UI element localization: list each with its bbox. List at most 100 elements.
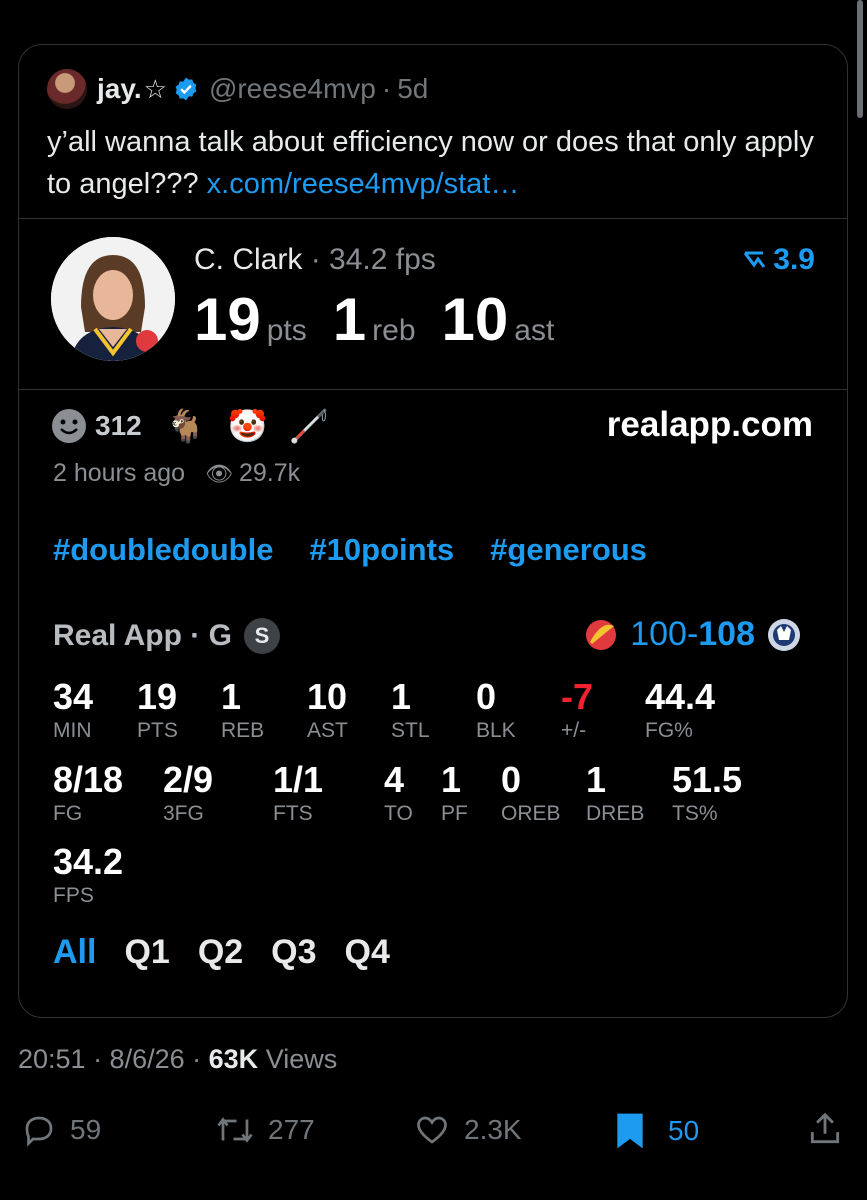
game-source: Real App · G S xyxy=(53,618,280,654)
scrollbar[interactable] xyxy=(857,0,863,118)
player-name[interactable]: C. Clark xyxy=(194,243,302,276)
view-count: 29.7k xyxy=(238,459,301,487)
bookmark-count: 50 xyxy=(668,1115,700,1146)
stat-label: BLK xyxy=(476,719,516,742)
stat-label: DREB xyxy=(586,802,645,825)
tab-all[interactable]: All xyxy=(53,933,96,972)
post-age: 5d xyxy=(397,73,429,104)
hashtag[interactable]: #generous xyxy=(490,532,647,568)
score-dash: - xyxy=(686,615,699,653)
assists-value: 10 xyxy=(441,286,509,353)
stat-label: FPS xyxy=(53,884,94,907)
author-handle[interactable]: @reese4mvp xyxy=(209,73,376,105)
tab-q1[interactable]: Q1 xyxy=(124,933,169,972)
stat-value: 34.2 xyxy=(53,841,124,882)
stat-plus-minus: -7 +/- xyxy=(561,677,593,743)
stat-value: 0 xyxy=(476,676,497,717)
hashtags: #doubledouble #10points #generous xyxy=(53,532,683,568)
hashtag[interactable]: #10points xyxy=(309,532,454,568)
stat-value: 1 xyxy=(441,759,462,800)
quoted-tweet-card[interactable]: jay. ☆ @reese4mvp · 5d y’all wanna talk … xyxy=(18,44,848,1018)
stat-label: REB xyxy=(221,719,265,742)
post-time: 2 hours ago xyxy=(53,459,186,487)
author-name-star: ☆ xyxy=(143,73,167,104)
stat-value: 1/1 xyxy=(273,759,324,800)
reply-button[interactable]: 59 xyxy=(20,1112,101,1148)
share-button[interactable] xyxy=(806,1110,856,1148)
cane-reaction-icon[interactable]: 🦯 xyxy=(289,407,329,445)
eye-icon: 👁 xyxy=(205,460,233,486)
reaction-count: 312 xyxy=(95,410,142,441)
clown-reaction-icon[interactable]: 🤡 xyxy=(228,407,268,445)
fps-trend-value: 3.9 xyxy=(773,243,815,276)
points-label: pts xyxy=(266,314,307,347)
like-button[interactable]: 2.3K xyxy=(412,1112,522,1148)
stat-reb: 1 REB xyxy=(221,677,264,743)
stat-label: FG xyxy=(53,802,83,825)
stat-value: 4 xyxy=(384,759,405,800)
author-name[interactable]: jay. xyxy=(97,73,142,105)
tab-q3[interactable]: Q3 xyxy=(271,933,316,972)
stat-value: 0 xyxy=(501,759,522,800)
fps-trend: 3.9 xyxy=(743,243,815,277)
stat-fg: 8/18 FG xyxy=(53,760,123,826)
stat-pts: 19 PTS xyxy=(137,677,178,743)
rebounds-label: reb xyxy=(372,314,416,347)
stat-stl: 1 STL xyxy=(391,677,430,743)
stat-blk: 0 BLK xyxy=(476,677,516,743)
stat-ast: 10 AST xyxy=(307,677,348,743)
tweet-time[interactable]: 20:51 · 8/6/26 · xyxy=(18,1044,201,1074)
stat-fg-pct: 44.4 FG% xyxy=(645,677,715,743)
author-avatar[interactable] xyxy=(47,69,87,109)
hashtag[interactable]: #doubledouble xyxy=(53,532,273,568)
score-away: 108 xyxy=(698,615,755,653)
stat-3fg: 2/9 3FG xyxy=(163,760,213,826)
stat-value: 44.4 xyxy=(645,676,716,717)
stat-pf: 1 PF xyxy=(441,760,468,826)
player-portrait-icon xyxy=(51,237,175,361)
tab-q2[interactable]: Q2 xyxy=(198,933,243,972)
stat-value: 34 xyxy=(53,676,94,717)
stat-oreb: 0 OREB xyxy=(501,760,561,826)
quoted-tweet-text: y’all wanna talk about efficiency now or… xyxy=(47,121,837,205)
goat-reaction-icon[interactable]: 🐐 xyxy=(166,407,206,445)
tweet-views-label: Views xyxy=(265,1044,338,1074)
lynx-logo-icon xyxy=(768,618,800,651)
trend-down-icon xyxy=(744,251,766,268)
tweet-actions: 59 277 2.3K 50 xyxy=(0,1108,867,1152)
player-headline-stats: 19 pts 1 reb 10 ast xyxy=(194,285,580,354)
stat-value: 1 xyxy=(391,676,412,717)
stat-value: 2/9 xyxy=(163,759,214,800)
like-count: 2.3K xyxy=(464,1114,522,1145)
fever-logo-icon xyxy=(586,619,617,650)
bookmark-button[interactable]: 50 xyxy=(612,1112,699,1150)
starter-badge: S xyxy=(243,618,280,654)
stat-min: 34 MIN xyxy=(53,677,93,743)
tweet-views-count: 63K xyxy=(208,1044,259,1074)
stat-value: 1 xyxy=(586,759,607,800)
quoted-tweet-link[interactable]: x.com/reese4mvp/stat… xyxy=(207,168,520,200)
tab-q4[interactable]: Q4 xyxy=(345,933,390,972)
quarter-tabs: All Q1 Q2 Q3 Q4 xyxy=(53,933,418,972)
stat-label: TO xyxy=(384,802,413,825)
separator: · xyxy=(381,73,392,104)
verified-badge-icon xyxy=(175,77,197,101)
stat-label: STL xyxy=(391,719,430,742)
repost-count: 277 xyxy=(268,1114,315,1145)
reactions-bar: 312 🐐 🤡 🦯 xyxy=(51,407,351,445)
reply-count: 59 xyxy=(70,1114,102,1145)
share-icon xyxy=(810,1112,840,1144)
stat-label: FTS xyxy=(273,802,313,825)
stat-value: 19 xyxy=(137,676,178,717)
smiley-reaction-icon[interactable] xyxy=(51,408,87,444)
stat-value: 10 xyxy=(307,676,348,717)
stat-label: PTS xyxy=(137,719,178,742)
repost-button[interactable]: 277 xyxy=(214,1112,315,1148)
stat-value: 8/18 xyxy=(53,759,124,800)
stat-value: 51.5 xyxy=(672,759,743,800)
game-source-label: Real App · G xyxy=(53,619,232,652)
player-photo[interactable] xyxy=(51,237,175,361)
stat-to: 4 TO xyxy=(384,760,413,826)
source-site[interactable]: realapp.com xyxy=(607,405,813,445)
game-score[interactable]: 100 - 108 xyxy=(572,615,813,654)
